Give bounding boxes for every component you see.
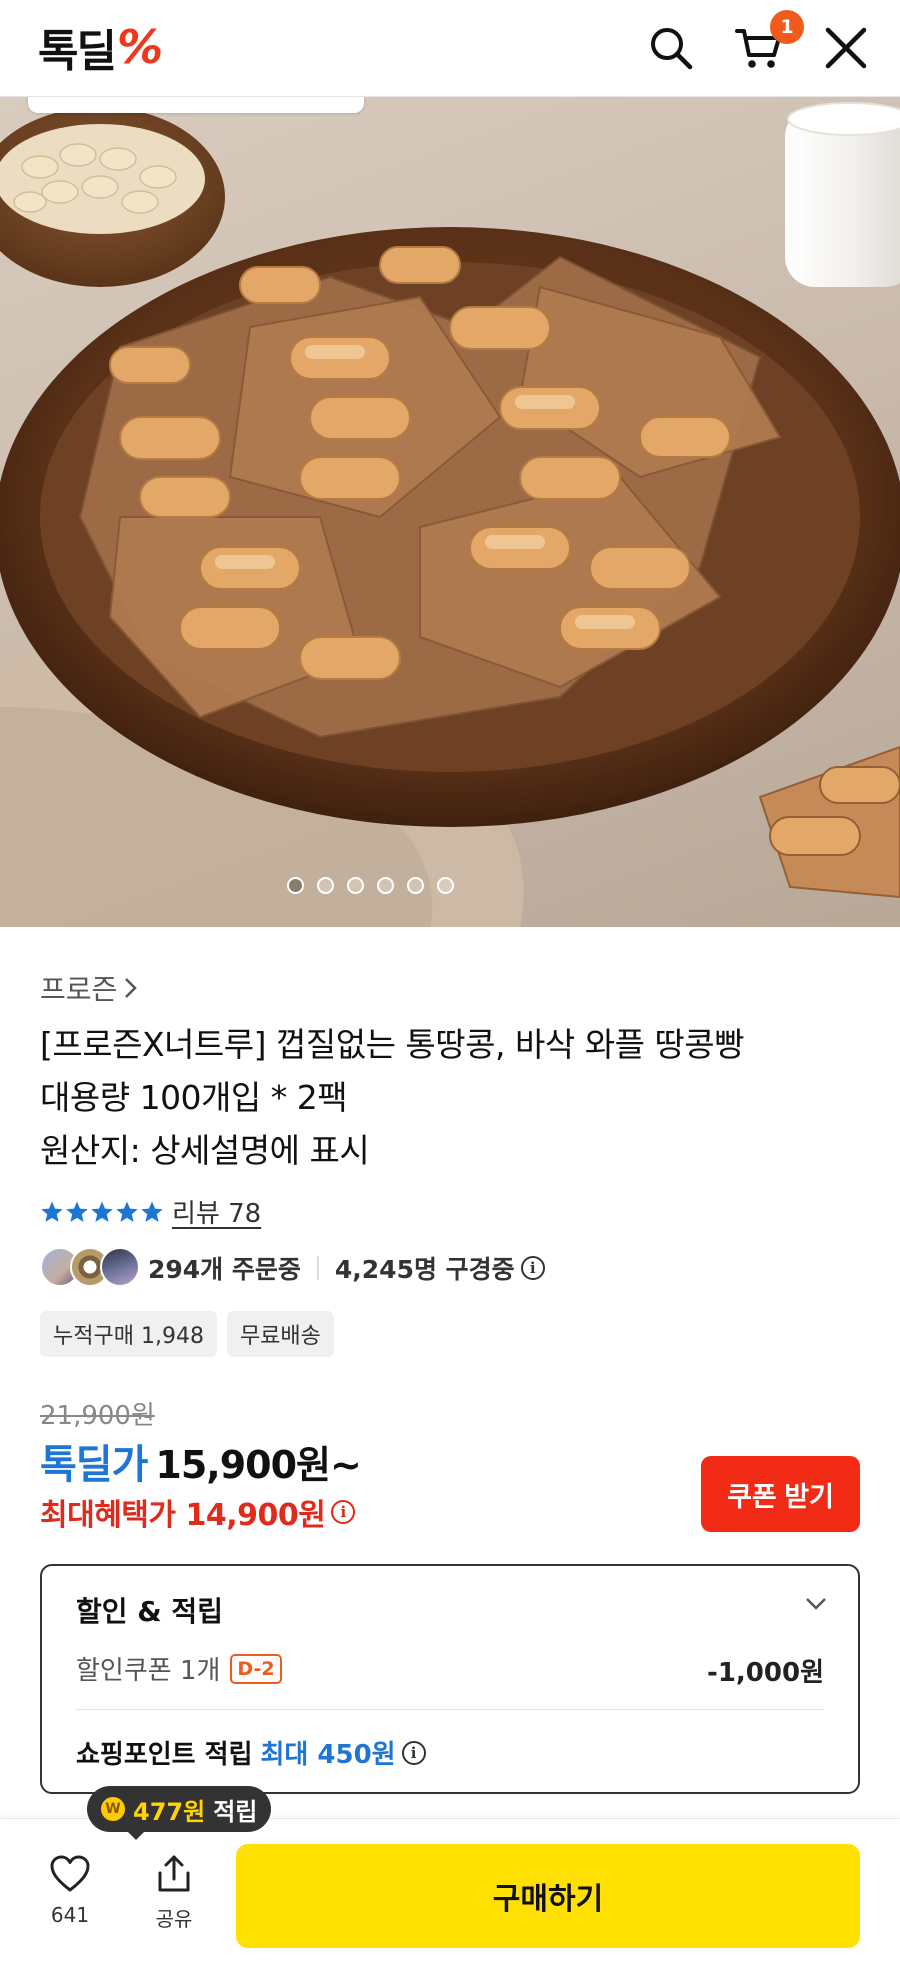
share-icon (158, 1855, 190, 1892)
pagination-dot[interactable] (436, 877, 454, 894)
logo-word: 톡딜 (38, 26, 117, 77)
heart-icon (50, 1855, 90, 1892)
brand-link[interactable]: 프로즌 (40, 968, 139, 1008)
deal-price-row: 톡딜가 15,900원~ (40, 1432, 362, 1490)
tooltip-suffix: 적립 (213, 1797, 258, 1826)
search-icon (651, 28, 693, 70)
discount-title: 할인 & 적립 (76, 1595, 223, 1628)
viewers-count: 4,245명 구경중 (334, 1255, 515, 1284)
divider (76, 1709, 824, 1710)
coupon-label: 할인쿠폰 1개 (76, 1656, 221, 1686)
like-button[interactable]: 641 (40, 1855, 100, 1927)
chevron-right-icon (125, 978, 138, 998)
share-label: 공유 (155, 1907, 193, 1931)
coin-icon: W (101, 1797, 125, 1821)
chip-cumulative-purchase: 누적구매 1,948 (40, 1311, 217, 1357)
gallery-pagination (0, 877, 820, 894)
close-button[interactable] (820, 22, 872, 74)
logo-mark: % (116, 20, 164, 74)
pagination-dot[interactable] (406, 877, 424, 894)
point-label: 쇼핑포인트 적립 (76, 1740, 253, 1770)
star-icon (116, 1201, 138, 1222)
info-icon[interactable]: i (401, 1740, 426, 1765)
product-photo (0, 102, 900, 927)
expand-toggle[interactable] (804, 1596, 828, 1616)
product-image-gallery[interactable] (0, 97, 900, 927)
title-line: [프로즌X너트루] 껍질없는 통땅콩, 바삭 와플 땅콩빵 (40, 1025, 745, 1064)
review-link[interactable]: 리뷰 78 (172, 1193, 261, 1230)
coupon-row: 할인쿠폰 1개 D-2 (76, 1650, 282, 1687)
max-benefit-row: 최대혜택가 14,900원 i (40, 1490, 356, 1534)
points-tooltip: W 477원 적립 (87, 1786, 272, 1840)
discount-points-panel[interactable]: 할인 & 적립 할인쿠폰 1개 D-2 -1,000원 쇼핑포인트 적립 최대 … (40, 1564, 860, 1794)
point-max: 최대 450원 (260, 1740, 396, 1770)
star-rating (40, 1200, 164, 1224)
brand-name: 프로즌 (40, 973, 118, 1006)
search-button[interactable] (645, 22, 697, 74)
original-price: 21,900원 (40, 1401, 155, 1431)
like-count: 641 (50, 1903, 90, 1927)
pagination-dot[interactable] (286, 877, 304, 894)
share-button[interactable]: 공유 (144, 1855, 204, 1932)
overlay-tab (28, 97, 364, 113)
tooltip-amount: 477원 (133, 1797, 206, 1826)
chip-free-shipping: 무료배송 (226, 1311, 334, 1357)
social-proof-row: 294개 주문중 4,245명 구경중 i (40, 1247, 545, 1289)
avatar (100, 1247, 140, 1287)
dday-badge: D-2 (230, 1653, 282, 1684)
coupon-amount: -1,000원 (707, 1658, 824, 1688)
orders-count: 294개 주문중 (148, 1255, 301, 1284)
deal-label: 톡딜가 (40, 1442, 148, 1488)
close-icon (825, 27, 867, 69)
star-icon (141, 1201, 163, 1222)
pagination-dot[interactable] (316, 877, 334, 894)
rating-row: 리뷰 78 (40, 1193, 261, 1230)
product-chips: 누적구매 1,948 무료배송 (40, 1311, 334, 1357)
info-icon[interactable]: i (331, 1500, 356, 1524)
star-icon (91, 1201, 113, 1222)
pagination-dot[interactable] (376, 877, 394, 894)
star-icon (66, 1201, 88, 1222)
tokdeal-logo[interactable]: 톡딜 % (38, 20, 164, 77)
pagination-dot[interactable] (346, 877, 364, 894)
info-icon[interactable]: i (520, 1256, 545, 1280)
chevron-down-icon (806, 1598, 826, 1610)
point-row: 쇼핑포인트 적립 최대 450원 i (76, 1734, 426, 1771)
deal-price: 15,900원~ (155, 1443, 361, 1487)
max-benefit-price: 최대혜택가 14,900원 (40, 1498, 326, 1533)
title-line: 대용량 100개입 * 2팩 (40, 1078, 348, 1117)
title-line: 원산지: 상세설명에 표시 (40, 1131, 370, 1170)
top-header: 톡딜 % 1 (0, 0, 900, 97)
buy-button[interactable]: 구매하기 (236, 1844, 860, 1948)
star-icon (41, 1201, 63, 1222)
get-coupon-button[interactable]: 쿠폰 받기 (701, 1456, 860, 1532)
divider (316, 1256, 319, 1280)
buyer-avatars (40, 1247, 140, 1289)
cart-count-badge: 1 (770, 10, 804, 44)
product-title: [프로즌X너트루] 껍질없는 통땅콩, 바삭 와플 땅콩빵 대용량 100개입 … (40, 1018, 860, 1177)
